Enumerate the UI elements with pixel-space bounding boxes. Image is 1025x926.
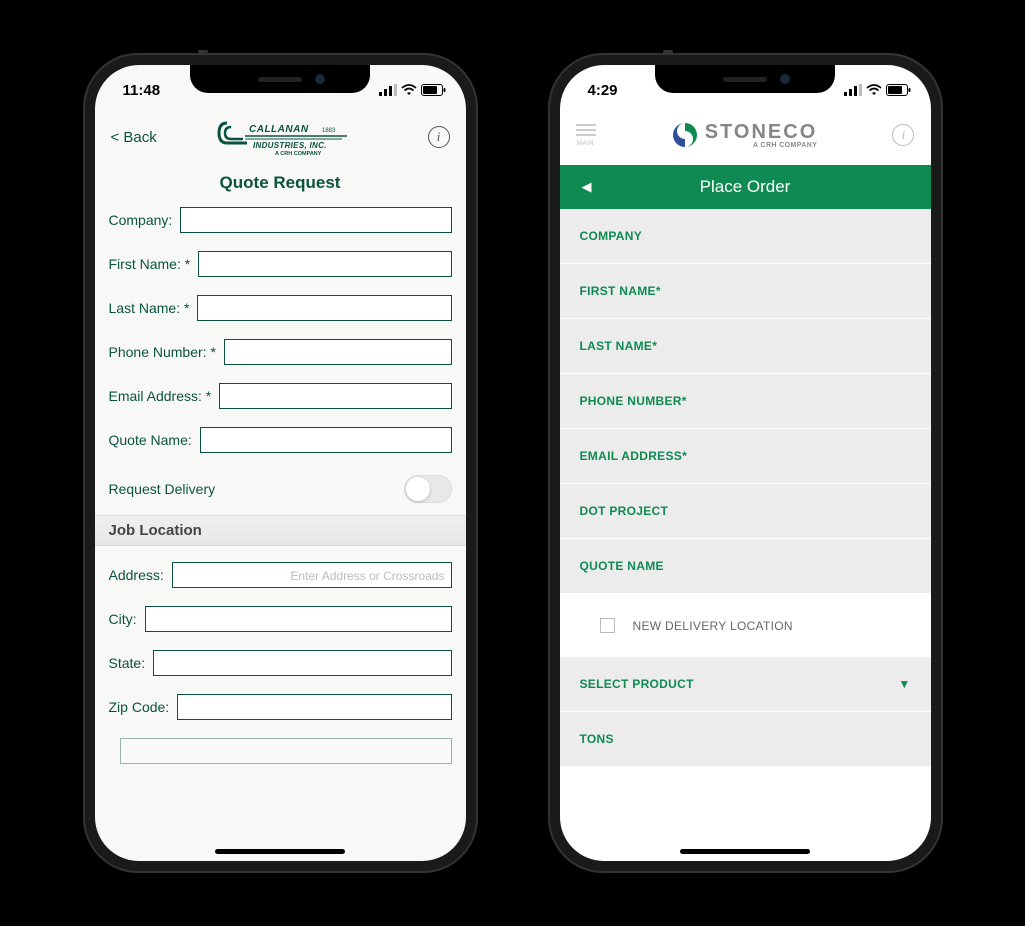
app-header: < Back CALLANAN 1883 INDUSTRIES, INC. A … [95, 107, 466, 163]
info-icon[interactable]: i [428, 126, 450, 148]
screen-right: 4:29 MAIN STONECO A CRH COMPANY [560, 65, 931, 861]
titlebar: ◀ Place Order [560, 165, 931, 209]
notch [190, 65, 370, 93]
screen-left: 11:48 < Back CALLANAN 1883 INDUSTRIES, I… [95, 65, 466, 861]
menu-button[interactable]: MAIN [576, 124, 596, 147]
status-time: 11:48 [123, 82, 161, 99]
svg-text:1883: 1883 [322, 128, 336, 134]
first-name-input[interactable] [198, 251, 451, 277]
phone-label: Phone Number: * [109, 344, 216, 360]
stoneco-mark-icon [671, 121, 699, 149]
tons-field[interactable]: TONS [560, 712, 931, 767]
page-title: Place Order [560, 177, 931, 197]
signal-icon [379, 84, 397, 96]
last-name-label: Last Name: * [109, 300, 190, 316]
page-title: Quote Request [95, 163, 466, 207]
email-label: Email Address: * [109, 388, 212, 404]
stoneco-logo: STONECO A CRH COMPANY [671, 121, 818, 149]
logo-name: STONECO [705, 122, 818, 142]
select-product-row[interactable]: SELECT PRODUCT ▼ [560, 657, 931, 712]
zip-label: Zip Code: [109, 699, 170, 715]
info-icon[interactable]: i [892, 124, 914, 146]
quote-name-label: Quote Name: [109, 432, 192, 448]
first-name-field[interactable]: FIRST NAME* [560, 264, 931, 319]
address-input[interactable] [172, 562, 452, 588]
back-caret-icon[interactable]: ◀ [582, 179, 592, 195]
notch [655, 65, 835, 93]
logo-sub: A CRH COMPANY [705, 142, 818, 149]
svg-text:CALLANAN: CALLANAN [249, 124, 309, 135]
company-label: Company: [109, 212, 173, 228]
callanan-logo: CALLANAN 1883 INDUSTRIES, INC. A CRH COM… [217, 119, 367, 155]
city-label: City: [109, 611, 137, 627]
checkbox-icon[interactable] [600, 618, 615, 633]
email-field[interactable]: EMAIL ADDRESS* [560, 429, 931, 484]
quote-name-input[interactable] [200, 427, 452, 453]
signal-icon [844, 84, 862, 96]
city-input[interactable] [145, 606, 452, 632]
state-label: State: [109, 655, 146, 671]
status-icons [844, 84, 911, 96]
dot-project-field[interactable]: DOT PROJECT [560, 484, 931, 539]
first-name-label: First Name: * [109, 256, 191, 272]
status-time: 4:29 [588, 82, 618, 99]
phone-field[interactable]: PHONE NUMBER* [560, 374, 931, 429]
quote-name-field[interactable]: QUOTE NAME [560, 539, 931, 594]
cutoff-input[interactable] [120, 738, 451, 764]
company-input[interactable] [180, 207, 451, 233]
address-label: Address: [109, 567, 164, 583]
phone-input[interactable] [224, 339, 452, 365]
company-field[interactable]: COMPANY [560, 209, 931, 264]
email-input[interactable] [219, 383, 451, 409]
phone-frame-left: 11:48 < Back CALLANAN 1883 INDUSTRIES, I… [83, 53, 478, 873]
job-location-header: Job Location [95, 515, 466, 546]
wifi-icon [401, 84, 417, 96]
battery-icon [421, 84, 446, 96]
status-icons [379, 84, 446, 96]
new-delivery-row[interactable]: NEW DELIVERY LOCATION [560, 594, 931, 657]
last-name-input[interactable] [197, 295, 451, 321]
last-name-field[interactable]: LAST NAME* [560, 319, 931, 374]
home-indicator[interactable] [215, 849, 345, 854]
select-product-label: SELECT PRODUCT [580, 677, 694, 691]
zip-input[interactable] [177, 694, 451, 720]
new-delivery-label: NEW DELIVERY LOCATION [633, 619, 793, 633]
home-indicator[interactable] [680, 849, 810, 854]
wifi-icon [866, 84, 882, 96]
svg-text:A CRH COMPANY: A CRH COMPANY [275, 151, 322, 155]
chevron-down-icon: ▼ [898, 677, 910, 691]
svg-text:INDUSTRIES, INC.: INDUSTRIES, INC. [253, 141, 327, 150]
delivery-toggle-label: Request Delivery [109, 481, 216, 497]
state-input[interactable] [153, 650, 451, 676]
phone-frame-right: 4:29 MAIN STONECO A CRH COMPANY [548, 53, 943, 873]
app-header: MAIN STONECO A CRH COMPANY i [560, 107, 931, 165]
back-button[interactable]: < Back [111, 129, 157, 146]
battery-icon [886, 84, 911, 96]
quote-form: Company: First Name: * Last Name: * Phon… [95, 207, 466, 764]
delivery-toggle[interactable] [404, 475, 452, 503]
menu-label: MAIN [577, 141, 594, 147]
cutoff-label [109, 743, 113, 759]
order-form: COMPANY FIRST NAME* LAST NAME* PHONE NUM… [560, 209, 931, 767]
